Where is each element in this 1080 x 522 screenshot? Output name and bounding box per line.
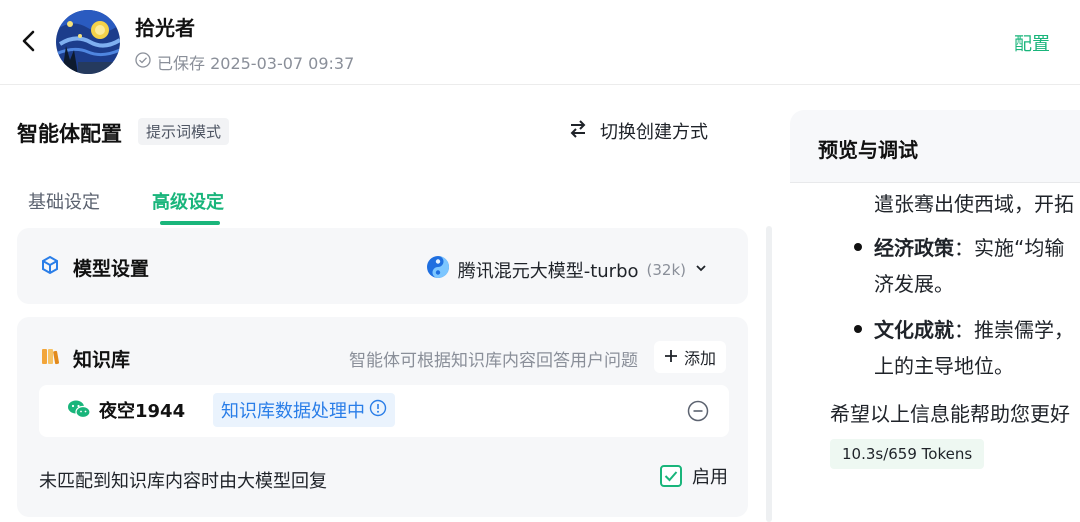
scrollbar[interactable] bbox=[766, 226, 772, 522]
chat-bold-term: 文化成就 bbox=[874, 318, 954, 342]
cube-icon bbox=[39, 254, 61, 281]
tab-basic-settings[interactable]: 基础设定 bbox=[28, 188, 100, 214]
enable-label: 启用 bbox=[692, 467, 728, 488]
chat-line: 遣张骞出使西域，开拓 bbox=[874, 192, 1074, 216]
chat-line: 经济政策：实施“均输 bbox=[874, 232, 1064, 261]
preview-title: 预览与调试 bbox=[818, 138, 918, 162]
plus-icon bbox=[664, 348, 678, 367]
chat-line-rest: ：实施“均输 bbox=[954, 236, 1065, 260]
mode-tag: 提示词模式 bbox=[138, 118, 230, 145]
model-settings-title: 模型设置 bbox=[73, 258, 150, 280]
fallback-reply-toggle[interactable]: 启用 bbox=[660, 463, 728, 489]
config-link[interactable]: 配置 bbox=[1014, 30, 1050, 56]
add-knowledge-label: 添加 bbox=[683, 349, 716, 368]
agent-name: 拾光者 bbox=[135, 16, 195, 40]
switch-mode-label: 切换创建方式 bbox=[600, 122, 708, 143]
knowledge-item-name: 夜空1944 bbox=[99, 401, 186, 422]
model-select-dropdown[interactable]: 腾讯混元大模型-turbo (32k) bbox=[426, 255, 708, 284]
model-name: 腾讯混元大模型-turbo bbox=[457, 260, 639, 282]
remove-knowledge-button[interactable] bbox=[687, 400, 709, 422]
model-context-size: (32k) bbox=[646, 260, 686, 279]
check-circle-icon bbox=[135, 52, 151, 72]
chat-line: 济发展。 bbox=[874, 272, 954, 296]
chevron-down-icon bbox=[694, 259, 708, 280]
token-usage-badge: 10.3s/659 Tokens bbox=[830, 439, 985, 469]
info-icon[interactable] bbox=[369, 399, 387, 422]
save-status: 已保存 2025-03-07 09:37 bbox=[135, 50, 354, 74]
fallback-reply-label: 未匹配到知识库内容时由大模型回复 bbox=[39, 471, 327, 492]
chat-line-rest: ：推崇儒学， bbox=[954, 318, 1074, 342]
preview-debug-panel: 预览与调试 遣张骞出使西域，开拓 经济政策：实施“均输 济发展。 文化成就：推崇… bbox=[790, 110, 1080, 522]
knowledge-base-card: 知识库 智能体可根据知识库内容回答用户问题 添加 夜空1944 知识库数据处理中 bbox=[17, 317, 748, 517]
chat-line: 文化成就：推崇儒学， bbox=[874, 314, 1074, 343]
chat-area: 遣张骞出使西域，开拓 经济政策：实施“均输 济发展。 文化成就：推崇儒学， 上的… bbox=[790, 183, 1080, 522]
knowledge-item-status-text: 知识库数据处理中 bbox=[221, 401, 365, 422]
add-knowledge-button[interactable]: 添加 bbox=[653, 341, 726, 373]
save-status-text: 已保存 2025-03-07 09:37 bbox=[157, 54, 355, 73]
knowledge-base-description: 智能体可根据知识库内容回答用户问题 bbox=[349, 351, 638, 371]
books-icon bbox=[39, 345, 61, 372]
tab-advanced-settings[interactable]: 高级设定 bbox=[152, 188, 224, 214]
panel-title: 智能体配置 bbox=[17, 122, 122, 146]
chat-line: 上的主导地位。 bbox=[874, 354, 1014, 378]
knowledge-base-title: 知识库 bbox=[73, 349, 131, 371]
switch-arrows-icon bbox=[568, 119, 588, 143]
hunyuan-logo-icon bbox=[426, 255, 450, 284]
agent-avatar[interactable] bbox=[56, 10, 120, 74]
chat-line: 希望以上信息能帮助您更好 bbox=[830, 402, 1070, 426]
knowledge-base-header: 知识库 bbox=[39, 345, 130, 372]
bullet bbox=[854, 325, 862, 333]
wechat-icon bbox=[67, 399, 91, 425]
chat-bold-term: 经济政策 bbox=[874, 236, 954, 260]
model-settings-card: 模型设置 腾讯混元大模型-turbo (32k) bbox=[17, 228, 748, 304]
switch-mode-button[interactable]: 切换创建方式 bbox=[568, 118, 708, 144]
agent-config-panel: 智能体配置 提示词模式 切换创建方式 基础设定 高级设定 模型设置 腾讯混元大模… bbox=[0, 86, 772, 522]
back-arrow-icon[interactable] bbox=[16, 28, 42, 54]
active-tab-indicator bbox=[160, 221, 220, 225]
bullet bbox=[854, 243, 862, 251]
top-header: 拾光者 已保存 2025-03-07 09:37 配置 bbox=[0, 0, 1080, 85]
model-settings-header: 模型设置 bbox=[39, 254, 149, 281]
knowledge-item[interactable]: 夜空1944 知识库数据处理中 bbox=[39, 385, 729, 437]
knowledge-item-status: 知识库数据处理中 bbox=[213, 393, 395, 427]
enable-checkbox[interactable] bbox=[660, 465, 682, 487]
